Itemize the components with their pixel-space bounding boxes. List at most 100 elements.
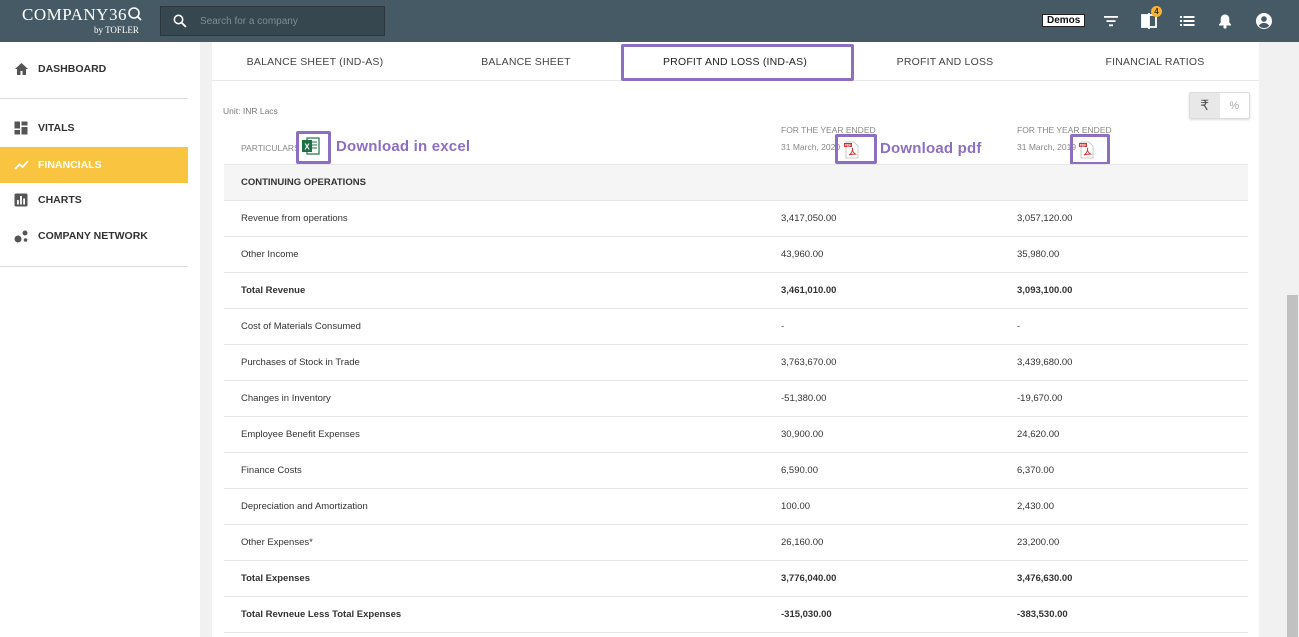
table-row: Employee Benefit Expenses 30,900.00 24,620… xyxy=(224,417,1248,453)
sidebar: DASHBOARD VITALS FINANCIALS CHARTS COMPA… xyxy=(0,42,200,637)
table-row: Finance Costs 6,590.00 6,370.00 xyxy=(224,453,1248,489)
row-label: Total Revneue Less Total Expenses xyxy=(241,609,402,620)
logo-subtext: by TOFLER xyxy=(94,25,139,35)
value-2020: 3,776,040.00 xyxy=(781,573,837,584)
particulars-header: PARTICULARS xyxy=(241,143,300,153)
network-icon xyxy=(13,228,29,244)
table-row: Cost of Materials Consumed - - xyxy=(224,309,1248,345)
value-2019: 24,620.00 xyxy=(1017,429,1060,440)
company360-logo[interactable]: COMPANY36 by TOFLER xyxy=(22,5,143,35)
notification-count-badge: 4 xyxy=(1151,6,1162,17)
sidebar-item-financials[interactable]: FINANCIALS xyxy=(0,147,188,183)
table-row: Purchases of Stock in Trade 3,763,670.00 3… xyxy=(224,345,1248,381)
value-2020: -51,380.00 xyxy=(781,393,827,404)
sidebar-item-label: COMPANY NETWORK xyxy=(38,230,148,242)
search-icon xyxy=(173,14,187,28)
table-section-row: CONTINUING OPERATIONS xyxy=(224,165,1248,201)
sidebar-item-label: VITALS xyxy=(38,122,75,134)
value-2020: 43,960.00 xyxy=(781,249,824,260)
value-2020: -315,030.00 xyxy=(781,609,832,620)
value-2020: 3,763,670.00 xyxy=(781,357,837,368)
value-2020: 100.00 xyxy=(781,501,811,512)
logo-text: COMPANY36 xyxy=(22,5,127,24)
filter-icon[interactable] xyxy=(1101,11,1121,31)
row-label: CONTINUING OPERATIONS xyxy=(241,177,366,188)
unit-label: Unit: INR Lacs xyxy=(223,106,278,116)
search-box[interactable] xyxy=(160,6,385,36)
table-row: Total Expenses 3,776,040.00 3,476,630.00 xyxy=(224,561,1248,597)
profit-loss-table: CONTINUING OPERATIONS Revenue from operat… xyxy=(224,164,1248,633)
row-label: Employee Benefit Expenses xyxy=(241,429,360,440)
demos-badge[interactable]: Demos xyxy=(1042,14,1086,27)
value-2020: 30,900.00 xyxy=(781,429,824,440)
tab-financial-ratios[interactable]: FINANCIAL RATIOS xyxy=(1060,42,1250,81)
row-label: Total Revenue xyxy=(241,285,306,296)
logo-magnifier-icon xyxy=(128,7,142,21)
table-row: Changes in Inventory -51,380.00 -19,670.00 xyxy=(224,381,1248,417)
table-row: Total Revenue 3,461,010.00 3,093,100.00 xyxy=(224,273,1248,309)
sidebar-divider xyxy=(0,98,188,99)
rupee-toggle-button[interactable]: ₹ xyxy=(1190,93,1220,118)
value-2019: -19,670.00 xyxy=(1017,393,1063,404)
active-tab-highlight xyxy=(621,44,854,81)
row-label: Total Expenses xyxy=(241,573,310,584)
trend-line-icon xyxy=(13,157,29,173)
value-2019: 3,476,630.00 xyxy=(1017,573,1073,584)
sidebar-item-label: CHARTS xyxy=(38,194,82,206)
sidebar-item-dashboard[interactable]: DASHBOARD xyxy=(0,51,188,87)
row-label: Purchases of Stock in Trade xyxy=(241,357,360,368)
tab-balance-sheet-ind-as[interactable]: BALANCE SHEET (IND-AS) xyxy=(220,42,410,81)
value-2019: 2,430.00 xyxy=(1017,501,1054,512)
row-label: Cost of Materials Consumed xyxy=(241,321,361,332)
list-icon[interactable] xyxy=(1177,11,1197,31)
value-2020: 3,417,050.00 xyxy=(781,213,837,224)
pdf-download-highlight-2019 xyxy=(1070,134,1110,165)
row-label: Other Income xyxy=(241,249,299,260)
value-2019: 6,370.00 xyxy=(1017,465,1054,476)
sidebar-item-label: FINANCIALS xyxy=(38,159,102,171)
table-row: Total Revneue Less Total Expenses -315,03… xyxy=(224,597,1248,633)
value-2019: 35,980.00 xyxy=(1017,249,1060,260)
value-2020: - xyxy=(781,321,785,332)
percent-toggle-button[interactable]: % xyxy=(1220,93,1250,118)
account-icon[interactable] xyxy=(1254,11,1274,31)
value-2020: 6,590.00 xyxy=(781,465,818,476)
table-row: Depreciation and Amortization 100.00 2,430… xyxy=(224,489,1248,525)
top-bar: COMPANY36 by TOFLER Demos 4 xyxy=(0,0,1299,42)
tab-balance-sheet[interactable]: BALANCE SHEET xyxy=(431,42,621,81)
row-label: Finance Costs xyxy=(241,465,302,476)
tab-profit-and-loss[interactable]: PROFIT AND LOSS xyxy=(850,42,1040,81)
download-excel-annotation: Download in excel xyxy=(336,138,471,155)
row-label: Other Expenses* xyxy=(241,537,313,548)
value-2019: 23,200.00 xyxy=(1017,537,1060,548)
bar-chart-icon xyxy=(13,192,29,208)
value-2020: 26,160.00 xyxy=(781,537,824,548)
sidebar-item-label: DASHBOARD xyxy=(38,63,107,75)
value-2019: - xyxy=(1017,321,1021,332)
unit-toggle: ₹ % xyxy=(1189,92,1250,119)
value-2019: 3,093,100.00 xyxy=(1017,285,1073,296)
excel-download-highlight xyxy=(296,131,331,164)
value-2020: 3,461,010.00 xyxy=(781,285,837,296)
sidebar-item-vitals[interactable]: VITALS xyxy=(0,110,188,146)
row-label: Revenue from operations xyxy=(241,213,348,224)
value-2019: 3,439,680.00 xyxy=(1017,357,1073,368)
table-row: Revenue from operations 3,417,050.00 3,057… xyxy=(224,201,1248,237)
sidebar-item-company-network[interactable]: COMPANY NETWORK xyxy=(0,218,188,254)
bell-icon[interactable] xyxy=(1215,11,1235,31)
pdf-download-highlight-2020 xyxy=(835,134,877,164)
table-row: Other Expenses* 26,160.00 23,200.00 xyxy=(224,525,1248,561)
download-pdf-annotation: Download pdf xyxy=(880,140,982,157)
value-2019: 3,057,120.00 xyxy=(1017,213,1073,224)
row-label: Depreciation and Amortization xyxy=(241,501,368,512)
home-icon xyxy=(13,61,29,77)
value-2019: -383,530.00 xyxy=(1017,609,1068,620)
scrollbar-thumb[interactable] xyxy=(1287,295,1298,637)
sidebar-item-charts[interactable]: CHARTS xyxy=(0,182,188,218)
dashboard-grid-icon xyxy=(13,120,29,136)
row-label: Changes in Inventory xyxy=(241,393,331,404)
financials-panel: BALANCE SHEET (IND-AS) BALANCE SHEET PRO… xyxy=(212,42,1259,637)
table-row: Other Income 43,960.00 35,980.00 xyxy=(224,237,1248,273)
search-input[interactable] xyxy=(200,15,370,27)
sidebar-divider xyxy=(0,266,188,267)
